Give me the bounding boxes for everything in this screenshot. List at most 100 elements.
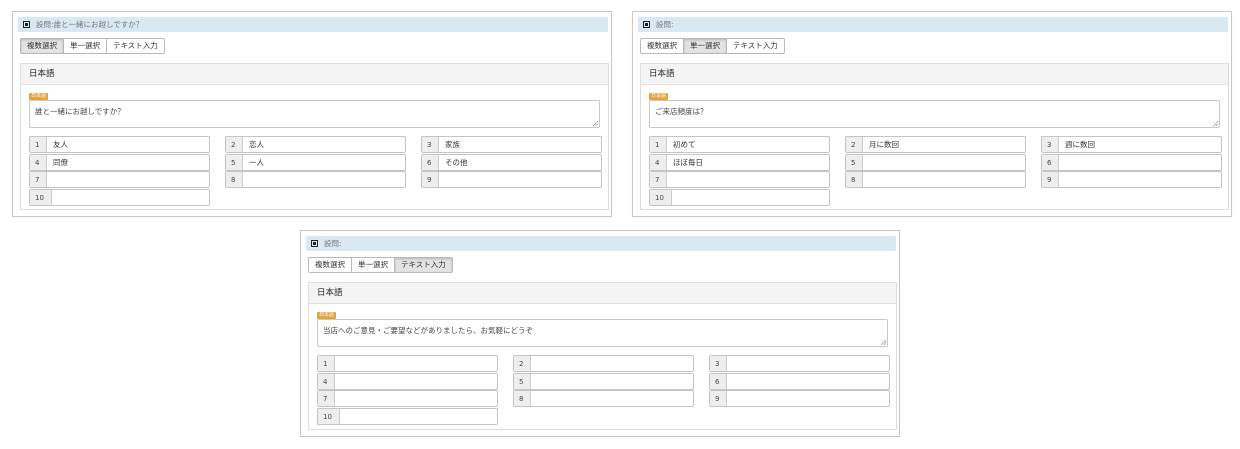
option-value[interactable]	[531, 356, 693, 371]
language-badge: 日本語	[29, 93, 49, 100]
option-field[interactable]: 6	[1041, 154, 1222, 171]
option-value[interactable]	[340, 409, 497, 424]
question-text-input[interactable]: 当店へのご意見・ご要望などがありましたら、お気軽にどうぞ	[317, 319, 888, 347]
option-value[interactable]	[727, 356, 889, 371]
option-value[interactable]	[531, 391, 693, 406]
option-value[interactable]	[335, 391, 497, 406]
option-value[interactable]	[727, 374, 889, 389]
option-value[interactable]	[47, 172, 209, 187]
language-section: 日本語 日本語 当店へのご意見・ご要望などがありましたら、お気軽にどうぞ 1 2…	[308, 282, 897, 430]
option-number: 10	[318, 409, 340, 424]
tab-single-choice[interactable]: 単一選択	[351, 257, 395, 273]
option-field[interactable]: 4 ほぼ毎日	[649, 154, 830, 171]
option-number: 3	[422, 137, 439, 152]
option-value[interactable]: 一人	[243, 155, 405, 170]
tab-text-input[interactable]: テキスト入力	[394, 257, 453, 273]
option-number: 6	[710, 374, 727, 389]
question-panel-1: 設問:誰と一緒にお越しですか？ 複数選択 単一選択 テキスト入力 日本語 日本語…	[12, 11, 612, 217]
option-field[interactable]: 4	[317, 373, 498, 390]
option-field[interactable]: 9	[1041, 171, 1222, 188]
option-field[interactable]: 2	[513, 355, 694, 372]
option-field[interactable]: 10	[29, 189, 210, 206]
option-number: 9	[422, 172, 439, 187]
option-field[interactable]: 3 週に数回	[1041, 136, 1222, 153]
option-number: 9	[1042, 172, 1059, 187]
option-field[interactable]: 9	[421, 171, 602, 188]
option-field[interactable]: 3	[709, 355, 890, 372]
option-number: 8	[514, 391, 531, 406]
option-field[interactable]: 3 家族	[421, 136, 602, 153]
tab-text-input[interactable]: テキスト入力	[726, 38, 785, 54]
option-field[interactable]: 7	[649, 171, 830, 188]
option-value[interactable]: 同僚	[47, 155, 209, 170]
option-value[interactable]	[727, 391, 889, 406]
option-field[interactable]: 9	[709, 390, 890, 407]
option-value[interactable]: その他	[439, 155, 601, 170]
option-field[interactable]: 2 恋人	[225, 136, 406, 153]
option-number: 10	[650, 190, 672, 205]
collapse-icon[interactable]	[23, 21, 30, 28]
tab-multiple-choice[interactable]: 複数選択	[640, 38, 684, 54]
question-header-title: 設問:	[324, 239, 342, 248]
tab-text-input[interactable]: テキスト入力	[106, 38, 165, 54]
option-field[interactable]: 7	[317, 390, 498, 407]
collapse-icon[interactable]	[643, 21, 650, 28]
question-text-value: 誰と一緒にお越しですか？	[35, 107, 125, 116]
tab-single-choice[interactable]: 単一選択	[683, 38, 727, 54]
option-value[interactable]	[1059, 172, 1221, 187]
option-value[interactable]: 初めて	[667, 137, 829, 152]
option-value[interactable]: 月に数回	[863, 137, 1025, 152]
option-field[interactable]: 6	[709, 373, 890, 390]
option-value[interactable]	[531, 374, 693, 389]
option-number: 3	[710, 356, 727, 371]
option-field[interactable]: 10	[317, 408, 498, 425]
option-field[interactable]: 5	[845, 154, 1026, 171]
tab-multiple-choice[interactable]: 複数選択	[20, 38, 64, 54]
language-section-title: 日本語	[641, 64, 1228, 85]
option-value[interactable]	[52, 190, 209, 205]
option-value[interactable]: 週に数回	[1059, 137, 1221, 152]
option-field[interactable]: 10	[649, 189, 830, 206]
option-number: 10	[30, 190, 52, 205]
option-field[interactable]: 5 一人	[225, 154, 406, 171]
option-value[interactable]: 恋人	[243, 137, 405, 152]
tab-multiple-choice[interactable]: 複数選択	[308, 257, 352, 273]
option-value[interactable]	[1059, 155, 1221, 170]
option-field[interactable]: 1	[317, 355, 498, 372]
option-value[interactable]: 友人	[47, 137, 209, 152]
option-value[interactable]	[439, 172, 601, 187]
option-value[interactable]: ほぼ毎日	[667, 155, 829, 170]
option-value[interactable]	[335, 356, 497, 371]
option-field[interactable]: 7	[29, 171, 210, 188]
option-field[interactable]: 8	[225, 171, 406, 188]
option-value[interactable]	[243, 172, 405, 187]
question-text-input[interactable]: ご来店頻度は？	[649, 100, 1220, 128]
language-section-title: 日本語	[21, 64, 608, 85]
question-panel-3: 設問: 複数選択 単一選択 テキスト入力 日本語 日本語 当店へのご意見・ご要望…	[300, 230, 900, 437]
option-field[interactable]: 1 友人	[29, 136, 210, 153]
option-value[interactable]	[863, 172, 1025, 187]
option-value[interactable]: 家族	[439, 137, 601, 152]
resize-grip-icon[interactable]	[881, 340, 886, 345]
question-text-value: ご来店頻度は？	[655, 107, 708, 116]
option-value[interactable]	[672, 190, 829, 205]
option-field[interactable]: 5	[513, 373, 694, 390]
option-number: 4	[650, 155, 667, 170]
option-field[interactable]: 2 月に数回	[845, 136, 1026, 153]
resize-grip-icon[interactable]	[1213, 121, 1218, 126]
option-value[interactable]	[863, 155, 1025, 170]
question-text-input[interactable]: 誰と一緒にお越しですか？	[29, 100, 600, 128]
collapse-icon[interactable]	[311, 240, 318, 247]
option-field[interactable]: 1 初めて	[649, 136, 830, 153]
option-field[interactable]: 6 その他	[421, 154, 602, 171]
option-field[interactable]: 4 同僚	[29, 154, 210, 171]
question-header: 設問:誰と一緒にお越しですか？	[18, 17, 608, 32]
option-number: 2	[226, 137, 243, 152]
question-panel-2: 設問: 複数選択 単一選択 テキスト入力 日本語 日本語 ご来店頻度は？ 1 初め…	[632, 11, 1232, 217]
option-field[interactable]: 8	[845, 171, 1026, 188]
option-value[interactable]	[667, 172, 829, 187]
resize-grip-icon[interactable]	[593, 121, 598, 126]
tab-single-choice[interactable]: 単一選択	[63, 38, 107, 54]
option-value[interactable]	[335, 374, 497, 389]
option-field[interactable]: 8	[513, 390, 694, 407]
